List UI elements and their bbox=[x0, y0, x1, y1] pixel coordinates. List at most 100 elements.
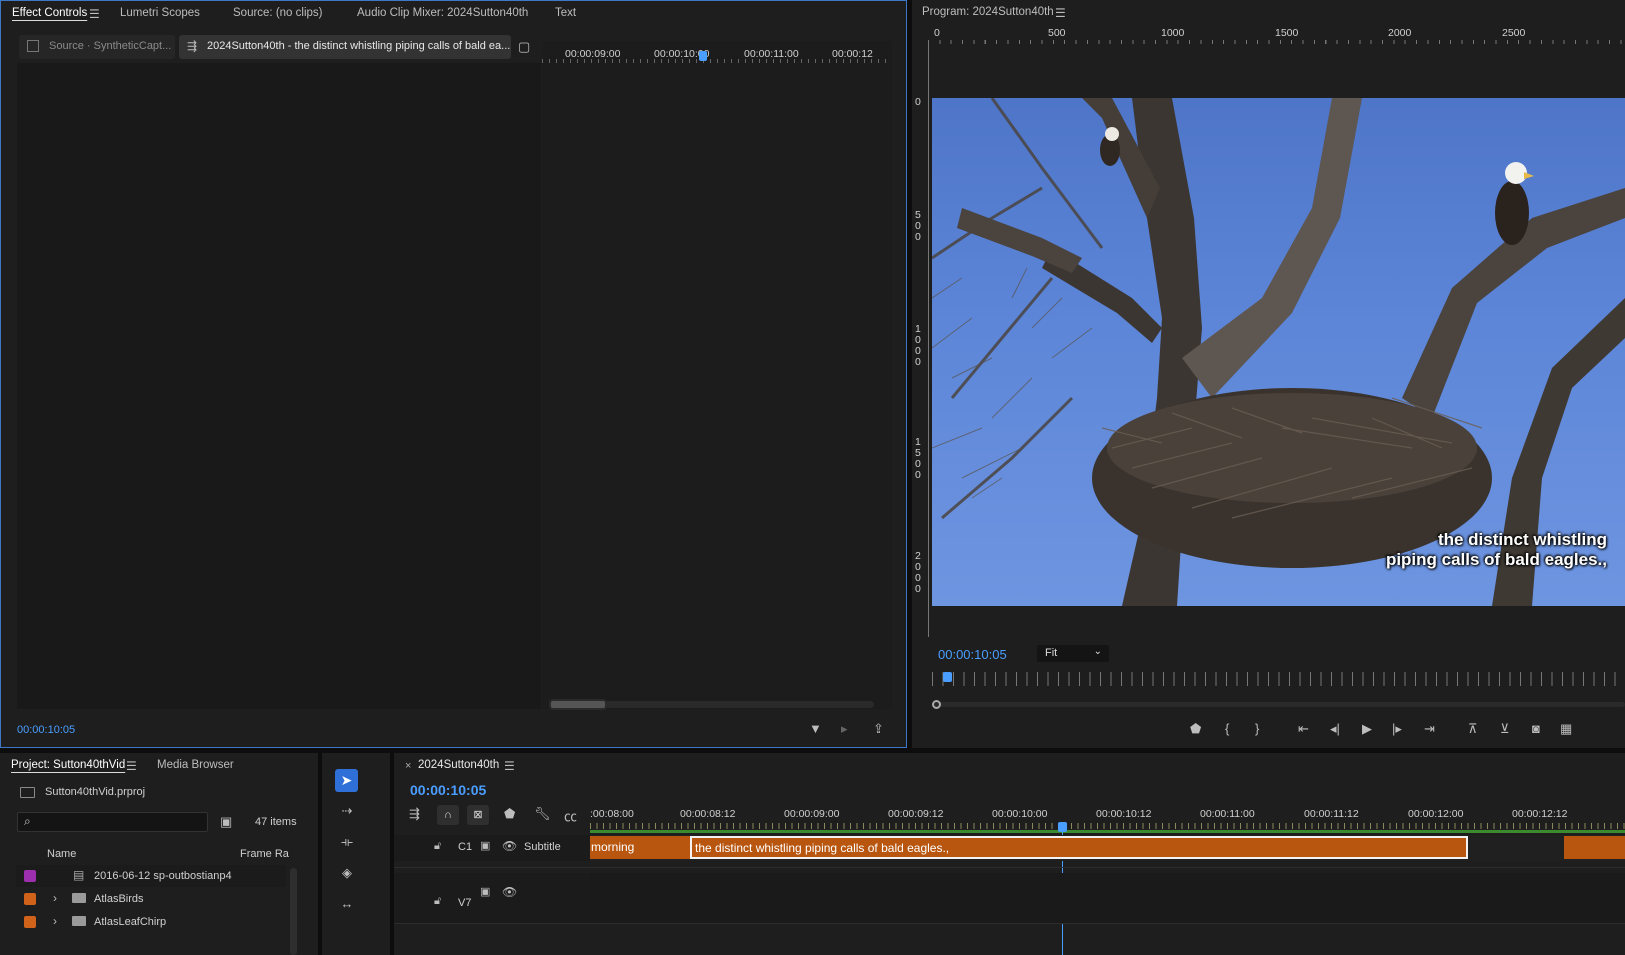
tab-text[interactable]: Text bbox=[555, 7, 576, 19]
track-select-tool-icon[interactable]: ⇢ bbox=[337, 803, 357, 819]
project-panel: Project: Sutton40thVid ☰ Media Browser S… bbox=[0, 753, 318, 955]
program-scrub-ruler[interactable] bbox=[932, 672, 1625, 686]
timeline-timecode[interactable]: 00:00:10:05 bbox=[410, 782, 486, 798]
step-back-icon[interactable]: ◂| bbox=[1330, 721, 1340, 737]
list-item[interactable]: ▤ 2016-06-12 sp-outbostianp4 bbox=[16, 865, 286, 887]
list-item[interactable]: › AtlasBirds bbox=[16, 888, 286, 910]
snap-button[interactable]: ∩ bbox=[437, 805, 459, 825]
tab-effect-controls[interactable]: Effect Controls bbox=[12, 7, 87, 19]
eye-icon[interactable]: 👁︎ bbox=[502, 839, 517, 853]
new-bin-icon[interactable]: ▣ bbox=[220, 814, 232, 830]
caption-clip-next[interactable] bbox=[1564, 836, 1625, 859]
lift-icon[interactable]: ⊼ bbox=[1468, 721, 1478, 737]
insert-sequence-icon[interactable]: ⇶ bbox=[409, 806, 420, 822]
ec-zoom-handle[interactable] bbox=[549, 699, 607, 710]
program-monitor-panel: Program: 2024Sutton40th ☰ 0 500 1000 150… bbox=[912, 0, 1625, 748]
add-marker-icon[interactable]: ⬟ bbox=[504, 806, 515, 822]
export-icon[interactable]: ⇪ bbox=[873, 721, 884, 737]
program-playhead[interactable] bbox=[943, 672, 952, 682]
project-menu-icon[interactable]: ☰ bbox=[126, 759, 137, 773]
project-search-input[interactable]: ⌕ bbox=[17, 812, 208, 832]
timeline-playhead[interactable] bbox=[1058, 822, 1067, 832]
ec-zoom-scrollbar[interactable] bbox=[549, 699, 874, 710]
tab-media-browser[interactable]: Media Browser bbox=[157, 759, 234, 771]
mark-out-icon[interactable]: } bbox=[1255, 721, 1259, 736]
captions-icon[interactable]: ㏄ bbox=[564, 806, 577, 825]
source-chip[interactable]: Source · SyntheticCapt... bbox=[19, 35, 175, 59]
h-ruler-label: 1000 bbox=[1161, 27, 1185, 39]
column-frame-rate[interactable]: Frame Ra bbox=[240, 848, 289, 860]
caption-line-1: the distinct whistling bbox=[1437, 530, 1607, 549]
caption-clip-previous[interactable]: morning bbox=[590, 836, 690, 859]
timeline-ruler-ticks bbox=[590, 823, 1625, 829]
program-title[interactable]: Program: 2024Sutton40th bbox=[922, 6, 1054, 18]
tab-audio-clip-mixer[interactable]: Audio Clip Mixer: 2024Sutton40th bbox=[357, 7, 528, 19]
timeline-menu-icon[interactable]: ☰ bbox=[504, 759, 515, 773]
caption-clip-selected[interactable]: the distinct whistling piping calls of b… bbox=[690, 836, 1468, 859]
project-scrollbar[interactable] bbox=[290, 868, 297, 955]
timeline-ruler-label: 00:00:09:12 bbox=[888, 808, 944, 820]
linked-selection-button[interactable]: ⊠ bbox=[467, 805, 489, 825]
sequence-chip[interactable]: ⇶ 2024Sutton40th - the distinct whistlin… bbox=[179, 35, 511, 59]
chevron-down-icon: ⌄ bbox=[1093, 646, 1102, 657]
program-zoom-handle[interactable] bbox=[932, 700, 941, 709]
razor-tool-icon[interactable]: ◈ bbox=[337, 865, 357, 881]
caption-line-2: piping calls of bald eagles., bbox=[1385, 550, 1607, 569]
ec-playhead[interactable] bbox=[699, 51, 707, 61]
track-output-icon[interactable]: ▣ bbox=[480, 839, 490, 852]
track-header-v7: 🔓︎ V7 ▣ 👁︎ bbox=[394, 873, 590, 923]
play-icon[interactable]: ▶ bbox=[1362, 721, 1372, 737]
button-editor-icon[interactable]: ▦ bbox=[1560, 721, 1572, 737]
selection-tool-button[interactable]: ➤ bbox=[335, 769, 358, 792]
timeline-sequence-tab[interactable]: 2024Sutton40th bbox=[418, 759, 499, 771]
label-color-swatch bbox=[24, 916, 36, 928]
export-frame-icon[interactable]: ◙ bbox=[1532, 721, 1540, 736]
clip-icon: ▤ bbox=[73, 868, 85, 882]
extract-icon[interactable]: ⊻ bbox=[1500, 721, 1510, 737]
wrench-icon[interactable]: 🔧︎ bbox=[534, 806, 551, 822]
column-name[interactable]: Name bbox=[47, 848, 76, 860]
go-to-out-icon[interactable]: ⇥ bbox=[1424, 721, 1435, 737]
timeline-ruler-label: :00:08:00 bbox=[590, 808, 634, 820]
tab-source[interactable]: Source: (no clips) bbox=[233, 7, 322, 19]
mark-in-icon[interactable]: { bbox=[1225, 721, 1229, 736]
tab-lumetri-scopes[interactable]: Lumetri Scopes bbox=[120, 7, 200, 19]
folder-icon bbox=[72, 893, 86, 903]
chevron-right-icon[interactable]: › bbox=[53, 914, 57, 928]
program-video-frame[interactable]: the distinct whistling piping calls of b… bbox=[932, 98, 1625, 606]
program-timecode[interactable]: 00:00:10:05 bbox=[938, 647, 1007, 662]
chevron-right-icon[interactable]: › bbox=[53, 891, 57, 905]
program-zoom-bar[interactable] bbox=[932, 700, 1625, 709]
folder-icon bbox=[72, 916, 86, 926]
panel-menu-icon[interactable]: ☰ bbox=[89, 7, 100, 21]
list-item[interactable]: › AtlasLeafChirp bbox=[16, 911, 286, 933]
effect-controls-panel: Effect Controls ☰ Lumetri Scopes Source:… bbox=[0, 0, 907, 748]
tab-project[interactable]: Project: Sutton40thVid bbox=[11, 759, 125, 771]
step-forward-icon[interactable]: |▸ bbox=[1392, 721, 1402, 737]
v-ruler-label: 1000 bbox=[915, 323, 921, 368]
effect-timecode[interactable]: 00:00:10:05 bbox=[17, 724, 75, 736]
v-ruler-label: 2000 bbox=[915, 550, 921, 595]
slip-tool-icon[interactable]: ↔ bbox=[337, 896, 357, 911]
h-ruler-label: 500 bbox=[1048, 27, 1066, 39]
work-area-bar[interactable] bbox=[590, 830, 1625, 833]
clip-label: morning bbox=[591, 840, 635, 854]
fit-dropdown[interactable]: Fit ⌄ bbox=[1037, 645, 1109, 662]
play-audio-icon[interactable]: ▸ bbox=[841, 721, 848, 737]
go-to-in-icon[interactable]: ⇤ bbox=[1298, 721, 1309, 737]
effect-panel-tabs: Effect Controls ☰ Lumetri Scopes Source:… bbox=[1, 1, 906, 27]
lock-icon[interactable]: 🔓︎ bbox=[434, 895, 441, 908]
close-icon[interactable]: × bbox=[405, 760, 411, 772]
list-item-name: AtlasBirds bbox=[94, 893, 144, 905]
toggle-timeline-icon[interactable]: ▢ bbox=[518, 39, 530, 55]
eye-icon[interactable]: 👁︎ bbox=[502, 885, 517, 899]
timeline-ruler[interactable]: :00:08:00 00:00:08:12 00:00:09:00 00:00:… bbox=[590, 805, 1625, 835]
label-color-swatch bbox=[24, 870, 36, 882]
filter-icon[interactable]: ▼ bbox=[809, 721, 822, 736]
lock-icon[interactable]: 🔓︎ bbox=[434, 840, 441, 853]
ripple-edit-tool-icon[interactable]: ⟛ bbox=[337, 834, 357, 850]
h-ruler-label: 2500 bbox=[1502, 27, 1526, 39]
program-menu-icon[interactable]: ☰ bbox=[1055, 6, 1066, 20]
add-marker-icon[interactable]: ⬟ bbox=[1190, 721, 1201, 737]
track-output-icon[interactable]: ▣ bbox=[480, 885, 490, 898]
